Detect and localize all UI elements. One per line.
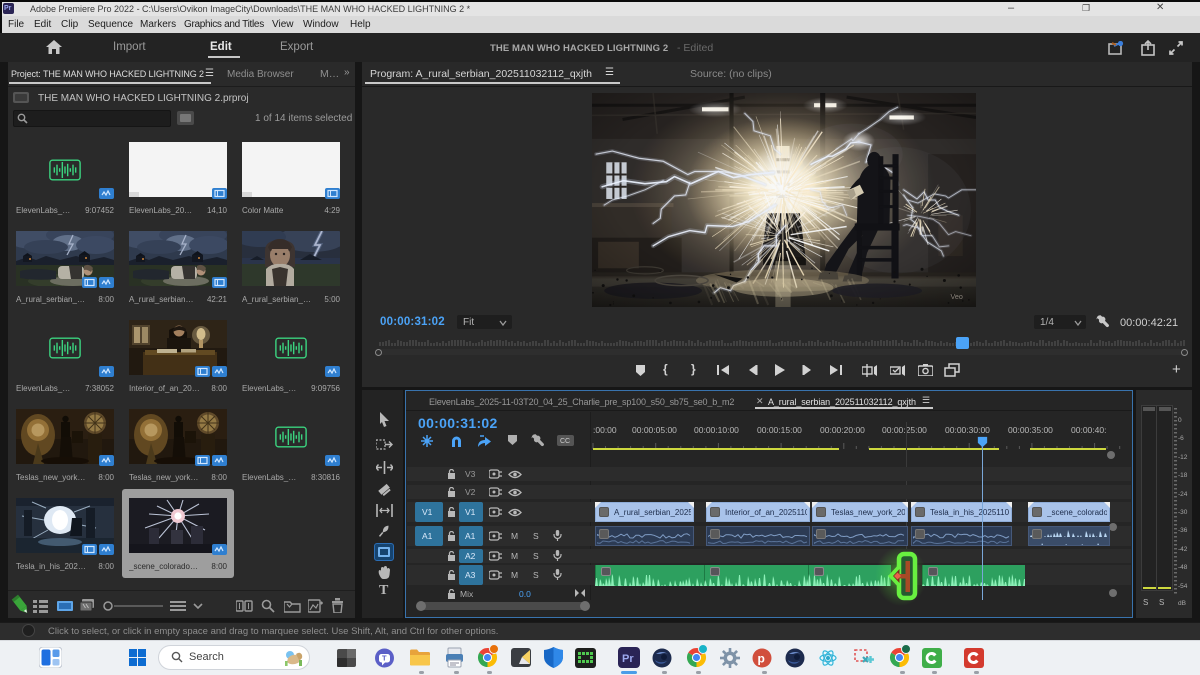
svg-text:p: p — [758, 652, 765, 666]
svg-text:T: T — [382, 654, 387, 663]
svg-text:Veo: Veo — [951, 293, 963, 301]
svg-text:Pr: Pr — [622, 653, 634, 665]
